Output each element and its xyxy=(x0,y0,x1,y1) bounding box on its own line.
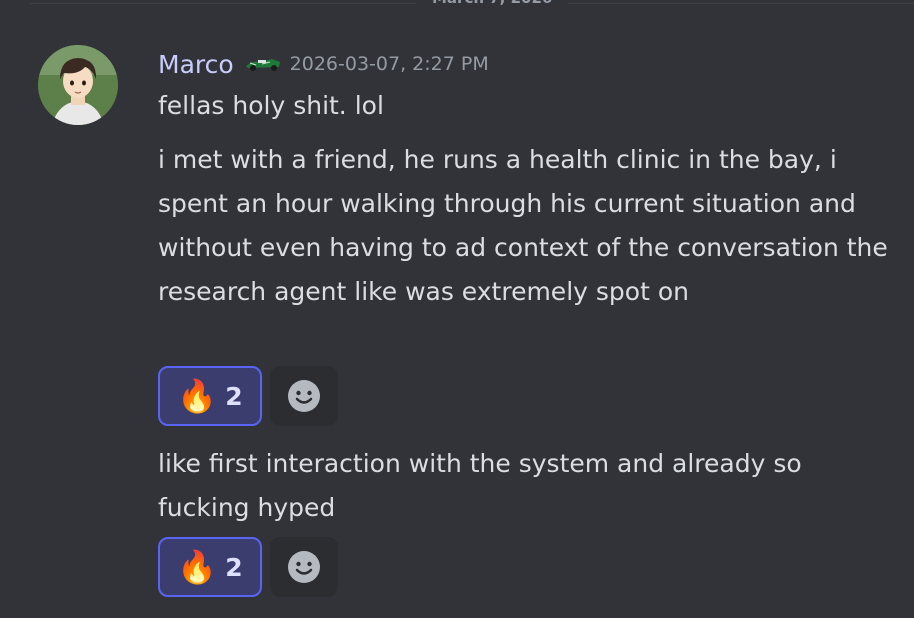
reactions-bar-1: 🔥 2 xyxy=(158,366,338,426)
message-text-1: fellas holy shit. lol xyxy=(158,91,384,120)
race-car-icon xyxy=(244,56,282,72)
message-text-2: i met with a friend, he runs a health cl… xyxy=(158,145,888,306)
reactions-bar-2: 🔥 2 xyxy=(158,537,338,597)
reaction-fire-2[interactable]: 🔥 2 xyxy=(158,537,262,597)
avatar[interactable] xyxy=(38,45,118,125)
avatar-image xyxy=(38,45,118,125)
fire-emoji-icon: 🔥 xyxy=(177,377,218,415)
reaction-count: 2 xyxy=(225,381,243,411)
reaction-count: 2 xyxy=(225,552,243,582)
divider-date: March 7, 2026 xyxy=(416,0,569,8)
date-divider: March 7, 2026 xyxy=(30,0,914,8)
smiley-icon xyxy=(288,380,320,412)
author-name[interactable]: Marco xyxy=(158,50,234,79)
message-header: Marco 2026-03-07, 2:27 PM xyxy=(158,46,489,82)
fire-emoji-icon: 🔥 xyxy=(177,548,218,586)
reaction-fire-1[interactable]: 🔥 2 xyxy=(158,366,262,426)
message-timestamp[interactable]: 2026-03-07, 2:27 PM xyxy=(290,53,489,75)
smiley-icon xyxy=(288,551,320,583)
message-text-3: like first interaction with the system a… xyxy=(158,449,802,522)
add-reaction-button[interactable] xyxy=(270,537,338,597)
add-reaction-button[interactable] xyxy=(270,366,338,426)
